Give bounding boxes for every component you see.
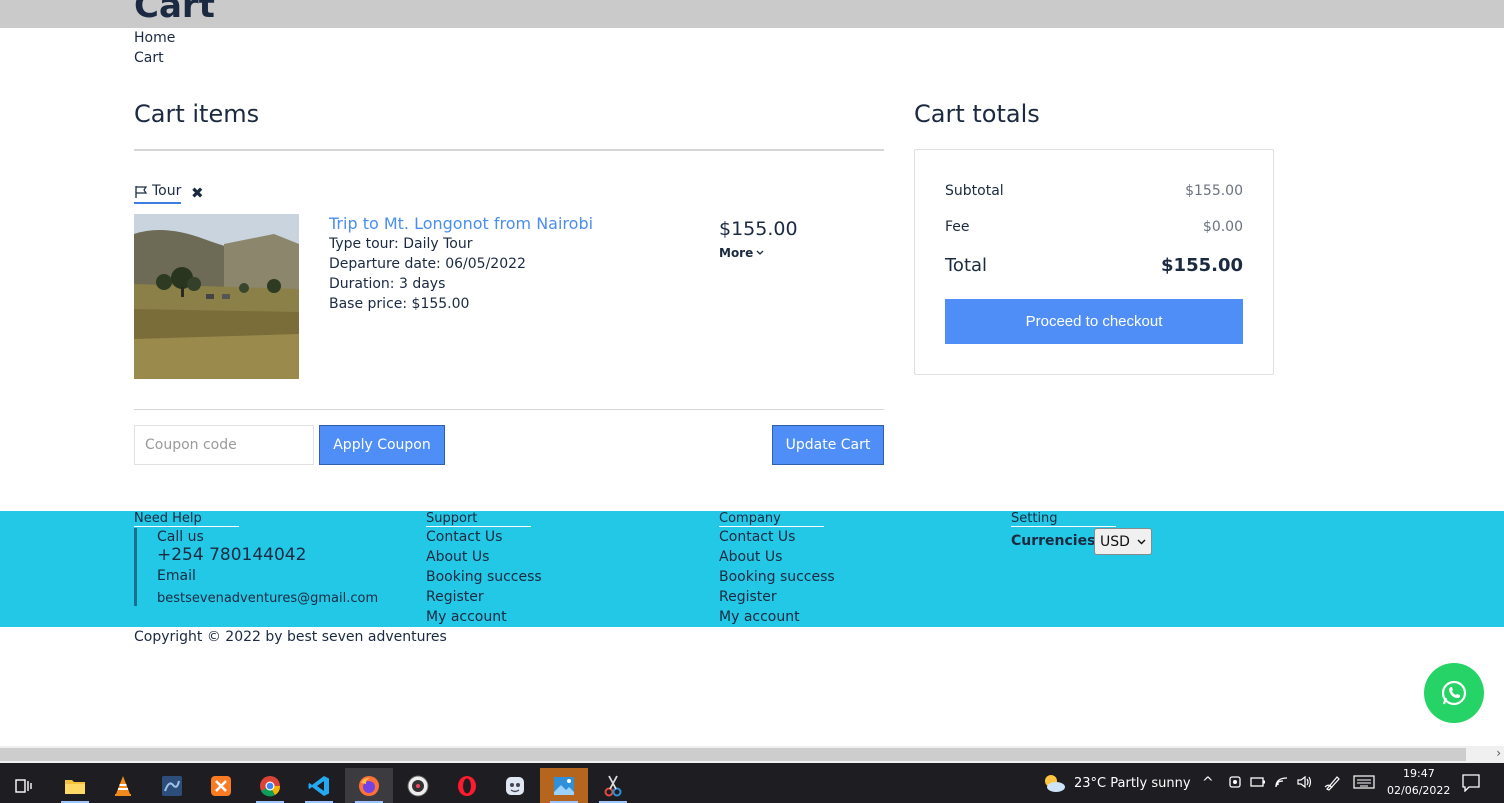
phone-link[interactable]: +254 780144042 — [157, 545, 306, 565]
item-price: $155.00 — [719, 218, 798, 240]
breadcrumb-current: Cart — [134, 50, 164, 66]
tour-tag-label: Tour — [152, 183, 182, 199]
coupon-input[interactable] — [134, 425, 314, 465]
remove-item-icon[interactable]: ✖ — [191, 184, 204, 202]
currency-select-value: USD — [1100, 533, 1130, 550]
clock-time[interactable]: 19:47 — [1403, 767, 1435, 780]
xampp-icon[interactable] — [197, 768, 245, 803]
chevron-down-icon — [756, 250, 764, 255]
update-cart-button[interactable]: Update Cart — [772, 425, 884, 465]
tour-duration: Duration: 3 days — [329, 276, 446, 292]
support-link-register[interactable]: Register — [426, 589, 484, 605]
task-view-icon[interactable] — [0, 768, 48, 803]
weather-text[interactable]: 23°C Partly sunny — [1074, 776, 1191, 791]
tour-departure: Departure date: 06/05/2022 — [329, 256, 526, 272]
footer-need-help-heading: Need Help — [134, 511, 239, 527]
copyright-text: Copyright © 2022 by best seven adventure… — [134, 629, 447, 645]
more-toggle[interactable]: More — [719, 246, 764, 260]
total-label: Total — [945, 255, 988, 276]
vscode-icon[interactable] — [295, 768, 343, 803]
support-link-booking[interactable]: Booking success — [426, 569, 542, 585]
notification-icon[interactable] — [1462, 774, 1480, 792]
apply-coupon-button[interactable]: Apply Coupon — [319, 425, 445, 465]
media-player-icon[interactable] — [394, 768, 442, 803]
proceed-to-checkout-button[interactable]: Proceed to checkout — [945, 299, 1243, 344]
mysql-workbench-icon[interactable] — [148, 768, 196, 803]
windows-taskbar: 23°C Partly sunny ^ 19:47 02/06/2022 — [0, 763, 1504, 803]
cart-items-divider — [134, 149, 884, 151]
cart-totals-card: Subtotal $155.00 Fee $0.00 Total $155.00… — [914, 149, 1274, 375]
firefox-icon[interactable] — [345, 768, 393, 803]
page-header-banner: Cart — [0, 0, 1504, 28]
company-link-account[interactable]: My account — [719, 609, 800, 625]
app-icon[interactable] — [491, 768, 539, 803]
weather-icon[interactable] — [1042, 773, 1066, 793]
tour-type: Type tour: Daily Tour — [329, 236, 473, 252]
subtotal-value: $155.00 — [1185, 183, 1243, 199]
site-footer: Need Help Call us +254 780144042 Email b… — [0, 511, 1504, 627]
company-link-contact[interactable]: Contact Us — [719, 529, 795, 545]
whatsapp-icon — [1441, 680, 1467, 706]
more-label: More — [719, 246, 754, 260]
support-link-contact[interactable]: Contact Us — [426, 529, 502, 545]
volume-icon[interactable] — [1297, 775, 1313, 789]
support-link-about[interactable]: About Us — [426, 549, 489, 565]
cart-totals-heading: Cart totals — [914, 100, 1040, 128]
email-link[interactable]: bestsevenadventures@gmail.com — [157, 591, 378, 606]
company-link-register[interactable]: Register — [719, 589, 777, 605]
breadcrumb-home[interactable]: Home — [134, 30, 175, 46]
help-accent-bar — [134, 528, 137, 606]
flag-icon — [135, 186, 148, 198]
currency-select[interactable]: USD — [1094, 528, 1152, 555]
cart-items-heading: Cart items — [134, 100, 260, 128]
snipping-tool-icon[interactable] — [589, 768, 637, 803]
company-link-booking[interactable]: Booking success — [719, 569, 835, 585]
opera-icon[interactable] — [443, 768, 491, 803]
whatsapp-button[interactable] — [1424, 663, 1484, 723]
keyboard-icon[interactable] — [1353, 775, 1375, 789]
tour-tag: Tour — [134, 183, 182, 204]
tour-base-price: Base price: $155.00 — [329, 296, 470, 312]
chrome-icon[interactable] — [246, 768, 294, 803]
tour-thumbnail — [134, 214, 299, 379]
currencies-label: Currencies — [1011, 533, 1096, 549]
fee-value: $0.00 — [1202, 219, 1243, 235]
total-value: $155.00 — [1161, 255, 1243, 276]
fee-label: Fee — [945, 219, 970, 235]
scroll-right-icon[interactable]: › — [1496, 746, 1501, 760]
footer-setting-heading: Setting — [1011, 511, 1116, 527]
support-link-account[interactable]: My account — [426, 609, 507, 625]
footer-support-heading: Support — [426, 511, 531, 527]
chevron-down-icon — [1137, 539, 1146, 544]
photos-icon[interactable] — [540, 768, 588, 803]
scrollbar-thumb[interactable] — [0, 748, 1466, 761]
vlc-icon[interactable] — [99, 768, 147, 803]
clock-date[interactable]: 02/06/2022 — [1387, 784, 1450, 797]
email-label: Email — [157, 568, 196, 584]
page: Cart Home Cart Cart items Tour ✖ Trip to… — [0, 0, 1504, 803]
battery-icon[interactable] — [1250, 775, 1266, 789]
horizontal-scrollbar[interactable]: › — [0, 746, 1504, 763]
meet-now-icon[interactable] — [1228, 775, 1242, 789]
company-link-about[interactable]: About Us — [719, 549, 782, 565]
page-title: Cart — [134, 0, 215, 26]
footer-company-heading: Company — [719, 511, 824, 527]
chevron-up-icon[interactable]: ^ — [1202, 775, 1214, 791]
cart-actions-divider — [134, 409, 884, 410]
file-explorer-icon[interactable] — [51, 768, 99, 803]
pen-icon[interactable] — [1324, 775, 1342, 791]
call-us-label: Call us — [157, 529, 204, 545]
tour-title-link[interactable]: Trip to Mt. Longonot from Nairobi — [329, 214, 593, 233]
subtotal-label: Subtotal — [945, 183, 1004, 199]
wifi-icon[interactable] — [1274, 775, 1290, 789]
